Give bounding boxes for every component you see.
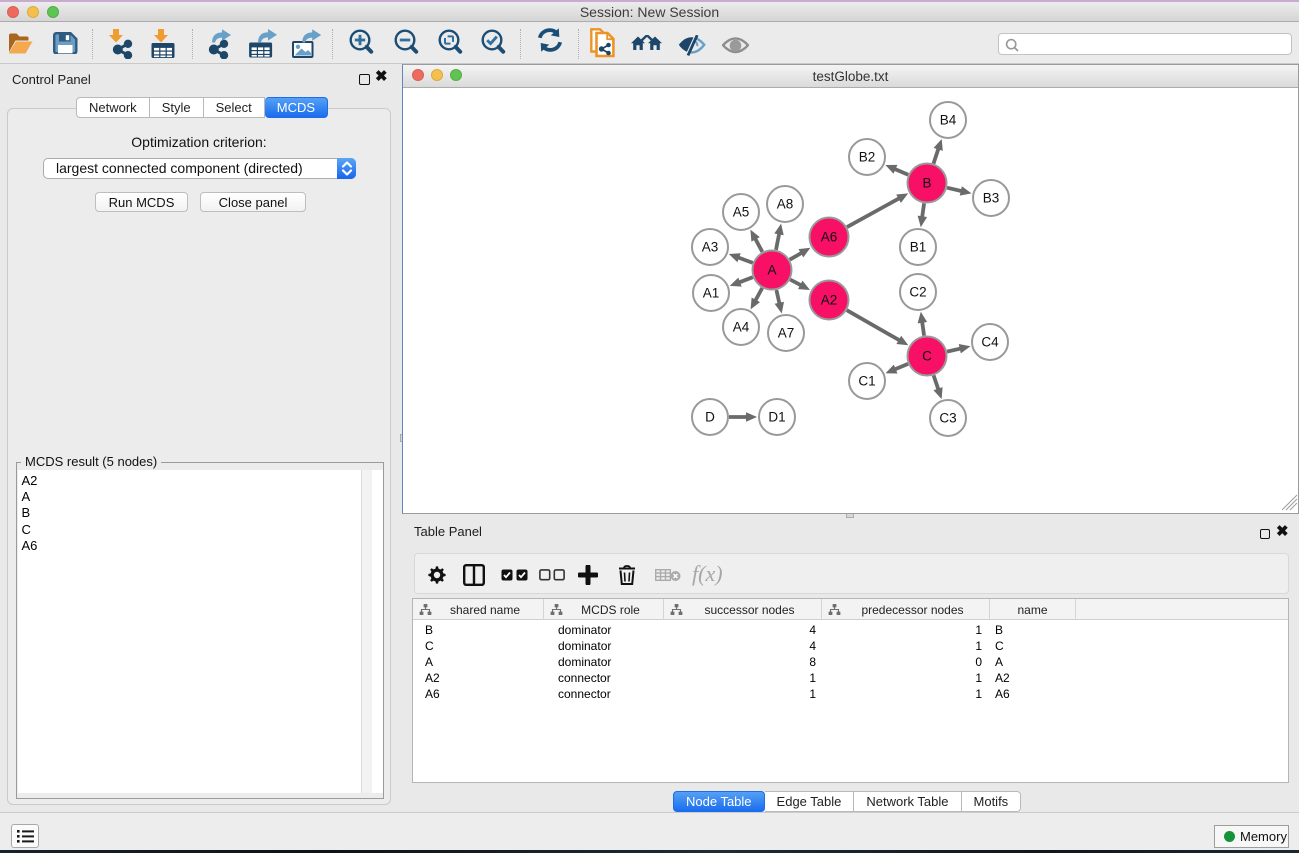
svg-text:A2: A2 [821,293,838,308]
svg-text:A5: A5 [733,205,750,220]
svg-text:C1: C1 [858,374,875,389]
svg-text:A: A [767,263,776,278]
svg-text:A6: A6 [821,230,838,245]
svg-text:D: D [705,410,715,425]
svg-text:A7: A7 [778,326,795,341]
svg-text:C3: C3 [939,411,956,426]
svg-text:B: B [922,176,931,191]
svg-text:C4: C4 [981,335,999,350]
svg-text:A3: A3 [702,240,719,255]
svg-text:B3: B3 [983,191,1000,206]
svg-text:B1: B1 [910,240,927,255]
svg-text:A1: A1 [703,286,720,301]
svg-text:B4: B4 [940,113,957,128]
svg-text:B2: B2 [859,150,876,165]
svg-text:D1: D1 [768,410,785,425]
svg-text:A8: A8 [777,197,794,212]
svg-text:C: C [922,349,932,364]
svg-text:A4: A4 [733,320,750,335]
svg-text:C2: C2 [909,285,926,300]
